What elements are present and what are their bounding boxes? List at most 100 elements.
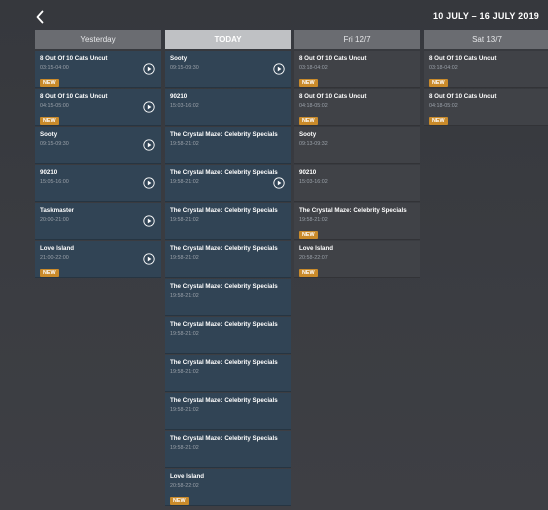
programme-card[interactable]: Love Island 20:58-22:02 NEW [165, 469, 291, 506]
programme-title: The Crystal Maze: Celebrity Specials [170, 207, 278, 214]
play-icon[interactable] [273, 177, 285, 189]
programme-title: The Crystal Maze: Celebrity Specials [170, 397, 278, 404]
programme-title: 8 Out Of 10 Cats Uncut [299, 55, 367, 62]
programme-title: 8 Out Of 10 Cats Uncut [429, 93, 497, 100]
new-badge: NEW [429, 79, 448, 87]
new-badge: NEW [429, 117, 448, 125]
play-icon[interactable] [143, 215, 155, 227]
programme-time: 19:58-21:02 [170, 179, 199, 185]
programme-card[interactable]: 8 Out Of 10 Cats Uncut 03:18-04:02 NEW [424, 51, 548, 88]
programme-card[interactable]: The Crystal Maze: Celebrity Specials 19:5… [165, 165, 291, 202]
programme-time: 04:18-05:02 [299, 103, 328, 109]
programme-card[interactable]: 8 Out Of 10 Cats Uncut 04:18-05:02 NEW [294, 89, 420, 126]
programme-title: Love Island [299, 245, 334, 252]
programme-time: 15:03-16:02 [299, 179, 328, 185]
programme-time: 03:18-04:02 [299, 65, 328, 71]
programme-card[interactable]: The Crystal Maze: Celebrity Specials 19:5… [165, 241, 291, 278]
new-badge: NEW [40, 117, 59, 125]
programme-time: 19:58-21:02 [170, 331, 199, 337]
programme-title: The Crystal Maze: Celebrity Specials [170, 131, 278, 138]
day-header-fri[interactable]: Fri 12/7 [294, 30, 420, 49]
play-icon[interactable] [273, 63, 285, 75]
programme-time: 20:58-22:07 [299, 255, 328, 261]
play-icon[interactable] [143, 253, 155, 265]
programme-title: 90210 [170, 93, 188, 100]
programme-time: 04:15-05:00 [40, 103, 69, 109]
programme-card[interactable]: Taskmaster 20:00-21:00 [35, 203, 161, 240]
programme-card[interactable]: The Crystal Maze: Celebrity Specials 19:5… [165, 203, 291, 240]
programme-time: 03:18-04:02 [429, 65, 458, 71]
programme-title: The Crystal Maze: Celebrity Specials [170, 245, 278, 252]
programme-time: 19:58-21:02 [170, 293, 199, 299]
programme-time: 09:15-09:30 [170, 65, 199, 71]
programme-title: 90210 [299, 169, 317, 176]
day-header-today[interactable]: TODAY [165, 30, 291, 49]
programme-time: 19:58-21:02 [170, 407, 199, 413]
programme-title: 8 Out Of 10 Cats Uncut [429, 55, 497, 62]
programme-title: The Crystal Maze: Celebrity Specials [299, 207, 407, 214]
programme-card[interactable]: 8 Out Of 10 Cats Uncut 04:18-05:02 NEW [424, 89, 548, 126]
programme-card[interactable]: Sooty 09:13-09:32 [294, 127, 420, 164]
programme-title: The Crystal Maze: Celebrity Specials [170, 169, 278, 176]
chevron-left-icon [36, 10, 44, 24]
programme-card[interactable]: The Crystal Maze: Celebrity Specials 19:5… [294, 203, 420, 240]
programme-title: Sooty [299, 131, 317, 138]
programme-card[interactable]: Sooty 09:15-09:30 [35, 127, 161, 164]
programme-time: 03:15-04:00 [40, 65, 69, 71]
programme-title: 8 Out Of 10 Cats Uncut [40, 55, 108, 62]
programme-time: 19:58-21:02 [170, 369, 199, 375]
programme-card[interactable]: The Crystal Maze: Celebrity Specials 19:5… [165, 393, 291, 430]
programme-title: Sooty [40, 131, 58, 138]
play-icon[interactable] [143, 63, 155, 75]
programme-card[interactable]: The Crystal Maze: Celebrity Specials 19:5… [165, 431, 291, 468]
programme-time: 19:58-21:02 [170, 141, 199, 147]
programme-card[interactable]: Love Island 20:58-22:07 NEW [294, 241, 420, 278]
programme-title: Love Island [170, 473, 205, 480]
programme-card[interactable]: 8 Out Of 10 Cats Uncut 03:18-04:02 NEW [294, 51, 420, 88]
programme-card[interactable]: 90210 15:03-16:02 [165, 89, 291, 126]
programme-time: 19:58-21:02 [170, 445, 199, 451]
day-header-yesterday[interactable]: Yesterday [35, 30, 161, 49]
programme-card[interactable]: 8 Out Of 10 Cats Uncut 03:15-04:00 NEW [35, 51, 161, 88]
programme-title: Love Island [40, 245, 75, 252]
programme-title: 90210 [40, 169, 58, 176]
programme-title: The Crystal Maze: Celebrity Specials [170, 321, 278, 328]
programme-card[interactable]: The Crystal Maze: Celebrity Specials 19:5… [165, 317, 291, 354]
programme-time: 04:18-05:02 [429, 103, 458, 109]
new-badge: NEW [170, 497, 189, 505]
programme-time: 15:05-16:00 [40, 179, 69, 185]
programme-time: 09:13-09:32 [299, 141, 328, 147]
day-header-sat[interactable]: Sat 13/7 [424, 30, 548, 49]
programme-title: The Crystal Maze: Celebrity Specials [170, 359, 278, 366]
programme-title: 8 Out Of 10 Cats Uncut [40, 93, 108, 100]
date-range-title: 10 JULY – 16 JULY 2019 [433, 11, 539, 21]
programme-card[interactable]: Sooty 09:15-09:30 [165, 51, 291, 88]
programme-time: 21:00-22:00 [40, 255, 69, 261]
new-badge: NEW [299, 269, 318, 277]
play-icon[interactable] [143, 177, 155, 189]
programme-card[interactable]: The Crystal Maze: Celebrity Specials 19:5… [165, 127, 291, 164]
programme-time: 19:58-21:02 [170, 255, 199, 261]
tv-guide-screen: 10 JULY – 16 JULY 2019 Yesterday TODAY F… [0, 0, 548, 510]
programme-card[interactable]: 90210 15:05-16:00 [35, 165, 161, 202]
programme-time: 20:00-21:00 [40, 217, 69, 223]
new-badge: NEW [40, 269, 59, 277]
play-icon[interactable] [143, 101, 155, 113]
programme-title: 8 Out Of 10 Cats Uncut [299, 93, 367, 100]
programme-card[interactable]: Love Island 21:00-22:00 NEW [35, 241, 161, 278]
programme-time: 20:58-22:02 [170, 483, 199, 489]
programme-card[interactable]: The Crystal Maze: Celebrity Specials 19:5… [165, 355, 291, 392]
programme-time: 19:58-21:02 [299, 217, 328, 223]
programme-card[interactable]: The Crystal Maze: Celebrity Specials 19:5… [165, 279, 291, 316]
play-icon[interactable] [143, 139, 155, 151]
back-button[interactable] [33, 8, 47, 26]
programme-time: 19:58-21:02 [170, 217, 199, 223]
programme-card[interactable]: 8 Out Of 10 Cats Uncut 04:15-05:00 NEW [35, 89, 161, 126]
programme-title: The Crystal Maze: Celebrity Specials [170, 435, 278, 442]
programme-card[interactable]: 90210 15:03-16:02 [294, 165, 420, 202]
programme-title: Sooty [170, 55, 188, 62]
new-badge: NEW [40, 79, 59, 87]
new-badge: NEW [299, 117, 318, 125]
programme-title: Taskmaster [40, 207, 74, 214]
programme-title: The Crystal Maze: Celebrity Specials [170, 283, 278, 290]
